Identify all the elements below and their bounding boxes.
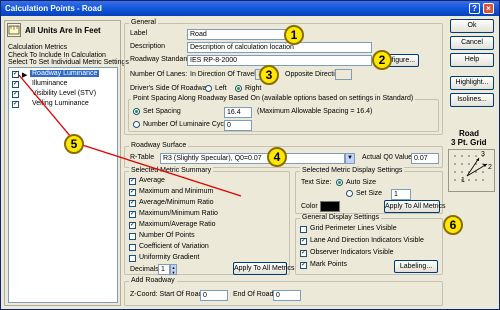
callout-5: 5: [64, 134, 84, 154]
callout-6: 6: [443, 215, 463, 235]
annotation-lines: [18, 74, 242, 197]
callout-4: 4: [267, 147, 287, 167]
callout-2: 2: [372, 50, 392, 70]
dialog-window: Calculation Points - Road ? × All Units …: [0, 0, 500, 310]
annotation-line: [18, 74, 77, 144]
callout-3: 3: [259, 65, 279, 85]
annotation-line: [75, 142, 242, 197]
callout-1: 1: [284, 25, 304, 45]
